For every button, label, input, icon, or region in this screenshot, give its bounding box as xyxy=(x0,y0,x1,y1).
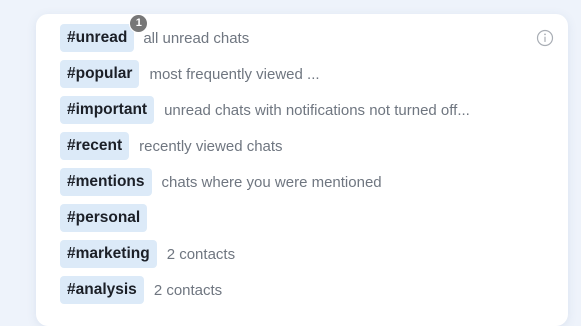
hashtag-row-unread[interactable]: #unread 1 all unread chats xyxy=(60,14,538,52)
hashtag-chip-marketing[interactable]: #marketing xyxy=(60,240,157,268)
hashtag-description: unread chats with notifications not turn… xyxy=(164,101,470,119)
hashtag-label: #recent xyxy=(67,137,123,154)
hashtag-row-personal[interactable]: #personal xyxy=(60,204,538,232)
hashtag-description: recently viewed chats xyxy=(139,137,283,155)
hashtag-chip-mentions[interactable]: #mentions xyxy=(60,168,152,196)
hashtag-chip-important[interactable]: #important xyxy=(60,96,155,124)
hashtag-row-marketing[interactable]: #marketing 2 contacts xyxy=(60,240,538,268)
hashtag-description: most frequently viewed ... xyxy=(149,65,320,83)
hashtag-row-popular[interactable]: #popular most frequently viewed ... xyxy=(60,60,538,88)
hashtag-chip-unread[interactable]: #unread 1 xyxy=(60,14,149,52)
hashtag-label: #analysis xyxy=(67,281,137,298)
hashtag-chip-popular[interactable]: #popular xyxy=(60,60,140,88)
hashtag-description: chats where you were mentioned xyxy=(161,173,382,191)
hashtag-chip-personal[interactable]: #personal xyxy=(60,204,148,232)
hashtag-label: #mentions xyxy=(67,173,145,190)
hashtag-list: #unread 1 all unread chats #popular most… xyxy=(60,14,538,312)
hashtag-description: 2 contacts xyxy=(166,245,236,263)
hashtag-label: #personal xyxy=(67,209,141,226)
hashtag-label: #important xyxy=(67,101,148,118)
hashtag-filter-panel: #unread 1 all unread chats #popular most… xyxy=(36,14,568,326)
hashtag-row-important[interactable]: #important unread chats with notificatio… xyxy=(60,96,538,124)
hashtag-description: 2 contacts xyxy=(153,281,223,299)
hashtag-chip-analysis[interactable]: #analysis xyxy=(60,276,144,304)
hashtag-label: #unread xyxy=(67,29,128,46)
hashtag-row-analysis[interactable]: #analysis 2 contacts xyxy=(60,276,538,304)
info-circle-icon[interactable] xyxy=(536,29,554,47)
hashtag-label: #popular xyxy=(67,65,133,82)
hashtag-chip-recent[interactable]: #recent xyxy=(60,132,130,160)
hashtag-description: all unread chats xyxy=(143,29,250,47)
hashtag-row-recent[interactable]: #recent recently viewed chats xyxy=(60,132,538,160)
hashtag-label: #marketing xyxy=(67,245,150,262)
hashtag-row-mentions[interactable]: #mentions chats where you were mentioned xyxy=(60,168,538,196)
